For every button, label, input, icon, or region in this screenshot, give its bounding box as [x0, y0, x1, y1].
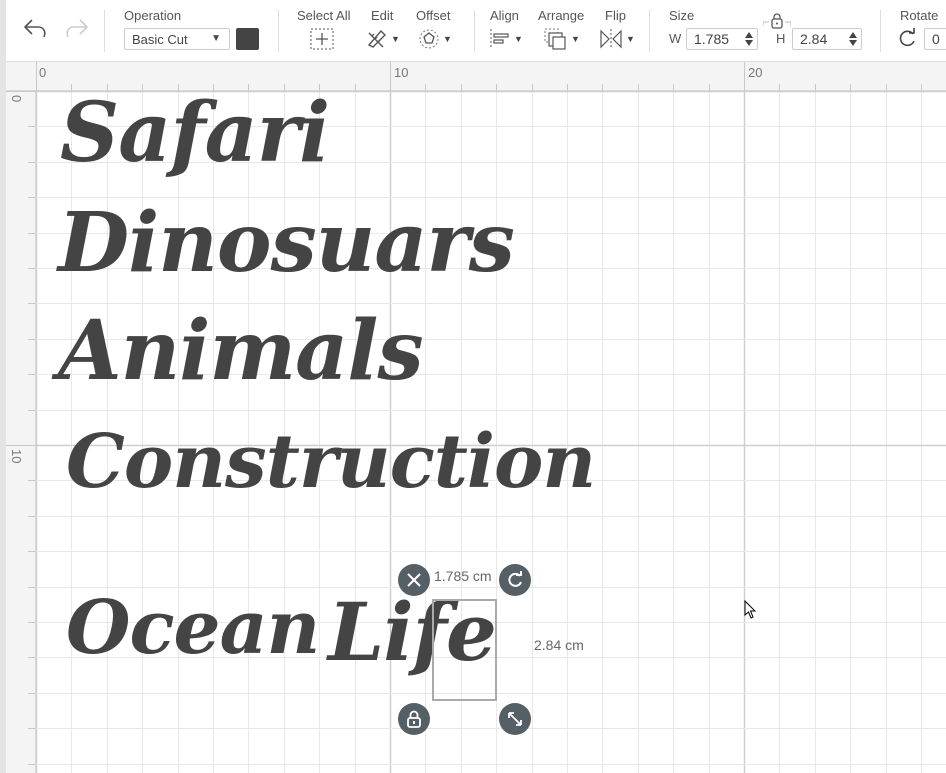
divider: [474, 10, 475, 52]
ruler-label: 0: [39, 65, 47, 80]
text-animals[interactable]: Animals: [58, 303, 424, 399]
arrange-label: Arrange: [538, 8, 585, 23]
cutting-mat[interactable]: Safari Dinosuars Animals Construction Oc…: [36, 91, 946, 773]
lock-handle[interactable]: [398, 703, 430, 735]
chevron-down-icon: ▼: [626, 34, 635, 44]
horizontal-ruler: 0 10 20: [6, 62, 946, 91]
height-label: H: [776, 31, 786, 46]
ruler-label: 10: [9, 449, 24, 464]
height-input[interactable]: 2.84: [792, 28, 862, 50]
selection-box[interactable]: [432, 599, 497, 701]
select-all-label: Select All: [297, 8, 351, 23]
flip-button[interactable]: ▼: [598, 27, 635, 51]
chevron-down-icon: ▼: [571, 34, 580, 44]
width-dimension: 1.785 cm: [434, 568, 492, 584]
align-button[interactable]: ▼: [488, 27, 523, 51]
rotate-label: Rotate: [900, 8, 939, 23]
divider: [880, 10, 881, 52]
mouse-cursor: [744, 599, 758, 625]
ruler-label: 10: [394, 65, 409, 80]
width-value: 1.785: [694, 31, 730, 47]
text-ocean[interactable]: Ocean: [66, 585, 320, 671]
lock-icon: [407, 710, 421, 728]
rotate-input[interactable]: 0: [924, 28, 946, 50]
redo-icon: [62, 16, 90, 40]
height-dimension: 2.84 cm: [534, 637, 584, 653]
chevron-down-icon: ▼: [514, 34, 523, 44]
pencil-ruler-icon: [367, 29, 386, 48]
operation-value: Basic Cut: [132, 32, 188, 47]
size-label: Size: [669, 8, 695, 23]
toolbar: Operation Basic Cut ▼ Select All Edit ▼ …: [6, 0, 946, 62]
align-icon: [490, 29, 509, 49]
flip-label: Flip: [605, 8, 626, 23]
close-icon: [407, 573, 421, 587]
text-construction[interactable]: Construction: [66, 419, 596, 505]
edit-button[interactable]: ▼: [365, 27, 400, 51]
align-label: Align: [490, 8, 519, 23]
text-dinosuars[interactable]: Dinosuars: [58, 195, 515, 291]
operation-label: Operation: [124, 8, 182, 23]
resize-handle[interactable]: [499, 703, 531, 735]
undo-icon[interactable]: [22, 16, 50, 40]
chevron-down-icon: ▼: [443, 34, 452, 44]
divider: [104, 10, 105, 52]
stepper-icon[interactable]: [745, 32, 753, 46]
operation-select[interactable]: Basic Cut ▼: [124, 28, 230, 50]
select-all-icon: [310, 28, 334, 50]
offset-label: Offset: [416, 8, 451, 23]
offset-button[interactable]: ▼: [417, 27, 452, 51]
width-label: W: [669, 31, 682, 46]
arrange-button[interactable]: ▼: [543, 27, 580, 51]
rotate-value: 0: [932, 31, 940, 47]
select-all-button[interactable]: [309, 27, 335, 51]
ruler-label: 0: [9, 95, 24, 103]
stepper-icon[interactable]: [849, 32, 857, 46]
ruler-label: 20: [748, 65, 763, 80]
rotate-icon: [898, 28, 918, 53]
height-value: 2.84: [800, 31, 828, 47]
vertical-ruler: 0 10: [6, 91, 36, 773]
edit-label: Edit: [371, 8, 394, 23]
width-input[interactable]: 1.785: [686, 28, 758, 50]
chevron-down-icon: ▼: [391, 34, 400, 44]
divider: [278, 10, 279, 52]
delete-handle[interactable]: [398, 564, 430, 596]
canvas[interactable]: 0 10 20 0 10 Safari Dinosuars Animals Co…: [6, 62, 946, 773]
color-swatch[interactable]: [236, 28, 259, 50]
divider: [649, 10, 650, 52]
offset-icon: [419, 29, 439, 49]
chevron-down-icon: ▼: [211, 33, 221, 44]
flip-icon: [600, 29, 622, 49]
resize-icon: [508, 712, 522, 726]
rotate-icon: [508, 571, 522, 587]
rotate-handle[interactable]: [499, 564, 531, 596]
arrange-icon: [544, 28, 566, 50]
text-safari[interactable]: Safari: [60, 91, 330, 181]
